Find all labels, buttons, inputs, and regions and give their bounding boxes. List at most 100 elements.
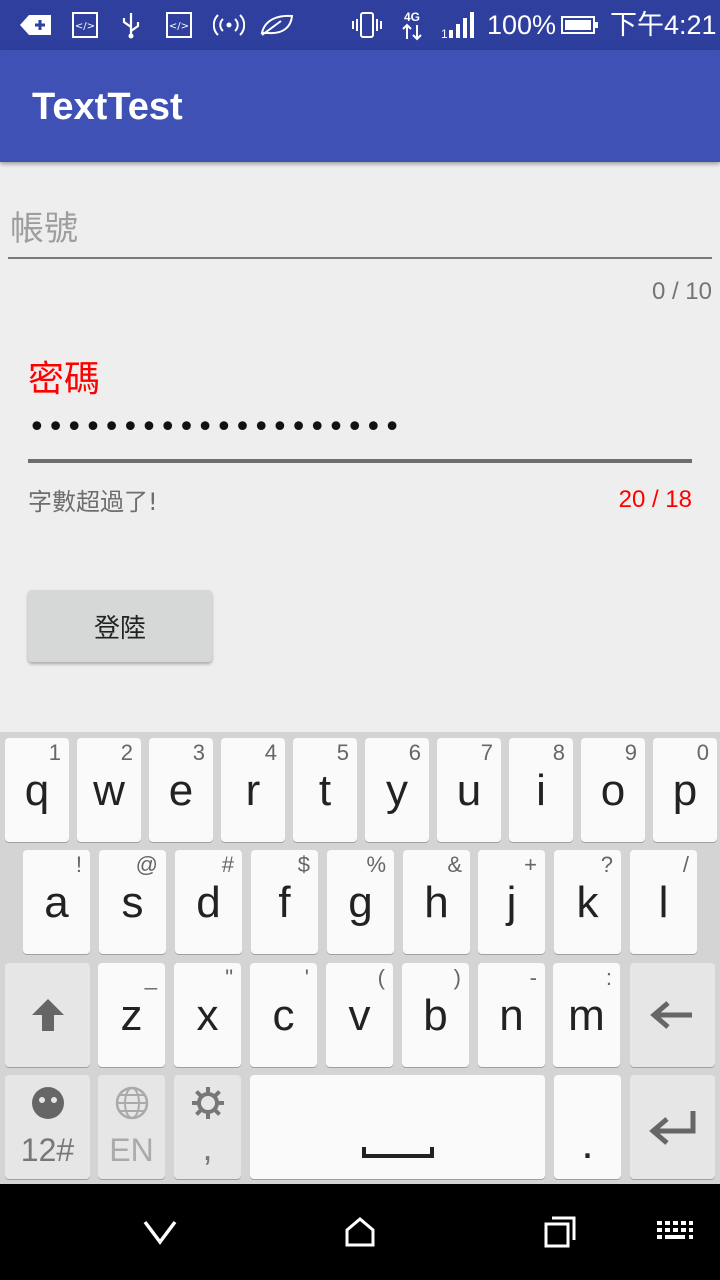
key-x[interactable]: " x: [174, 963, 241, 1067]
app-bar: TextTest: [0, 50, 720, 162]
clock: 下午4:21: [610, 10, 717, 40]
usb-icon: [116, 0, 146, 50]
key-c[interactable]: ' c: [250, 963, 317, 1067]
4g-icon: 4G: [398, 0, 426, 50]
comma-label: ,: [202, 1127, 213, 1168]
gear-icon: [174, 1085, 241, 1121]
key-m[interactable]: :m: [553, 963, 620, 1067]
key-z[interactable]: _ z: [98, 963, 165, 1067]
key-label: k: [576, 878, 599, 927]
key-l[interactable]: / l: [630, 850, 697, 954]
enter-key[interactable]: [630, 1075, 715, 1179]
key-s[interactable]: @ s: [99, 850, 166, 954]
backspace-icon: [630, 963, 715, 1067]
key-i[interactable]: 8i: [509, 738, 573, 842]
key-hint: 9: [624, 740, 637, 765]
key-label: u: [456, 766, 482, 815]
shift-arrow-icon: [5, 963, 90, 1067]
key-hint: 8: [552, 740, 565, 765]
key-label: e: [168, 766, 194, 815]
key-g[interactable]: % g: [327, 850, 394, 954]
key-t[interactable]: 5t: [293, 738, 357, 842]
status-bar: </> </> 4G 1 100% 下午4:21: [0, 0, 720, 50]
emoji-icon: [5, 1085, 90, 1121]
key-u[interactable]: 7u: [437, 738, 501, 842]
enter-icon: [630, 1075, 715, 1179]
period-label: .: [581, 1119, 594, 1168]
key-e[interactable]: 3e: [149, 738, 213, 842]
recents-icon: [544, 1216, 576, 1248]
key-w[interactable]: 2w: [77, 738, 141, 842]
key-label: a: [44, 878, 69, 927]
key-hint: @: [135, 852, 158, 877]
key-hint: 7: [480, 740, 493, 765]
home-button[interactable]: [300, 1184, 420, 1280]
key-p[interactable]: 0p: [653, 738, 717, 842]
key-hint: #: [221, 852, 234, 877]
home-icon: [345, 1217, 375, 1247]
key-k[interactable]: ? k: [554, 850, 621, 954]
key-label: w: [93, 766, 125, 815]
key-label: c: [272, 991, 295, 1040]
password-char-counter: 20 / 18: [618, 486, 692, 513]
key-label: f: [278, 878, 291, 927]
key-hint: :: [605, 965, 612, 990]
keyboard-switch-button[interactable]: [630, 1184, 720, 1280]
key-hint: $: [297, 852, 310, 877]
vibrate-icon: [350, 0, 384, 50]
back-chevron-icon: [143, 1220, 177, 1245]
key-hint: /: [682, 852, 689, 877]
settings-comma-key[interactable]: ,: [174, 1075, 241, 1179]
key-hint: &: [447, 852, 462, 877]
key-label: y: [386, 766, 408, 815]
language-key[interactable]: EN: [98, 1075, 165, 1179]
backspace-key[interactable]: [630, 963, 715, 1067]
key-j[interactable]: + j: [478, 850, 545, 954]
key-b[interactable]: ) b: [402, 963, 469, 1067]
key-hint: %: [366, 852, 386, 877]
key-h[interactable]: & h: [403, 850, 470, 954]
battery-percent: 100%: [487, 10, 557, 40]
key-a[interactable]: ! a: [23, 850, 90, 954]
period-key[interactable]: .: [554, 1075, 621, 1179]
key-hint: 1: [48, 740, 61, 765]
login-button[interactable]: 登陸: [28, 590, 212, 662]
key-hint: (: [377, 965, 385, 990]
key-hint: ": [225, 965, 233, 990]
key-v[interactable]: (v: [326, 963, 393, 1067]
key-o[interactable]: 9o: [581, 738, 645, 842]
key-q[interactable]: 1q: [5, 738, 69, 842]
key-label: q: [24, 766, 50, 815]
key-label: x: [196, 991, 219, 1040]
hotspot-icon: [212, 0, 246, 50]
space-key[interactable]: [250, 1075, 545, 1179]
key-hint: ): [453, 965, 461, 990]
soft-keyboard: 12# EN , . 1 q 2 w 3 e 4 r 5 t 6 y 7 u 8 i 9 o 0 p! a @ s # d $ f%…: [0, 732, 720, 1184]
svg-text:</>: </>: [75, 21, 95, 32]
key-hint: 3: [192, 740, 205, 765]
space-icon: [250, 1075, 545, 1179]
navigation-bar: [0, 1184, 720, 1280]
back-button[interactable]: [100, 1184, 220, 1280]
shift-key[interactable]: [5, 963, 90, 1067]
language-label: EN: [109, 1132, 154, 1168]
key-hint: ?: [600, 852, 613, 877]
app-title: TextTest: [32, 86, 183, 128]
account-underline: [8, 257, 712, 259]
password-input[interactable]: ••••••••••••••••••••: [28, 410, 692, 456]
key-label: l: [658, 878, 669, 927]
key-label: d: [196, 878, 221, 927]
key-f[interactable]: $ f: [251, 850, 318, 954]
key-hint: ': [304, 965, 309, 990]
recents-button[interactable]: [500, 1184, 620, 1280]
key-y[interactable]: 6y: [365, 738, 429, 842]
key-label: s: [121, 878, 144, 927]
key-r[interactable]: 4r: [221, 738, 285, 842]
keyboard-icon: [657, 1221, 693, 1239]
svg-text:4G: 4G: [404, 10, 420, 24]
key-n[interactable]: -n: [478, 963, 545, 1067]
symbols-key[interactable]: 12#: [5, 1075, 90, 1179]
key-d[interactable]: # d: [175, 850, 242, 954]
account-input[interactable]: [8, 200, 712, 258]
key-hint: 5: [336, 740, 349, 765]
